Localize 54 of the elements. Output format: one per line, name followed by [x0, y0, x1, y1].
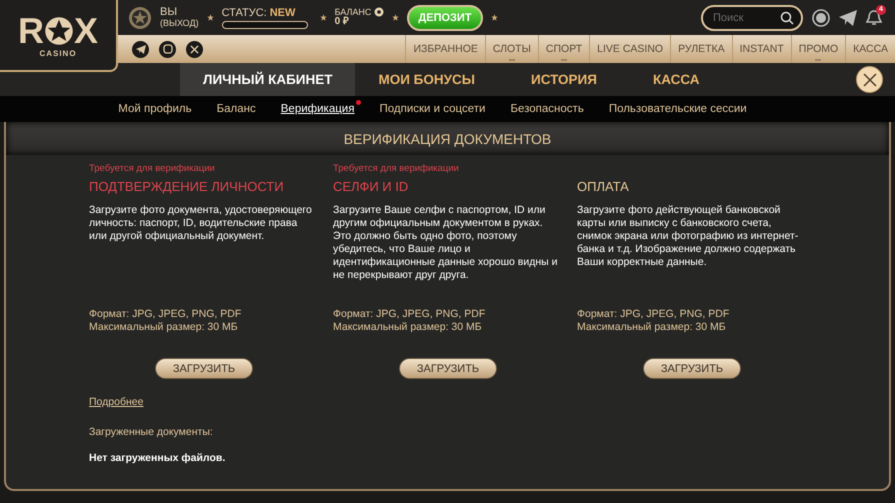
empty-message: Нет загруженных файлов. [89, 452, 226, 464]
required-note: Требуется для верификации [333, 163, 459, 174]
more-link[interactable]: Подробнее [89, 396, 144, 408]
logo[interactable]: R X CASINO [0, 0, 118, 72]
logo-letter: X [74, 12, 98, 48]
user-name: ВЫ [160, 7, 178, 19]
subnav-link[interactable]: Баланс [216, 103, 256, 115]
section-heading: ВЕРИФИКАЦИЯ ДОКУМЕНТОВ [6, 122, 889, 155]
upload-button[interactable]: ЗАГРУЗИТЬ [399, 358, 497, 379]
telegram-icon[interactable] [132, 40, 149, 58]
chip-icon[interactable] [128, 6, 152, 30]
card-title: ПОДТВЕРЖДЕНИЕ ЛИЧНОСТИ [89, 179, 285, 194]
star-icon [392, 14, 400, 21]
card-title: ОПЛАТА [577, 179, 630, 194]
logo-subtitle: CASINO [39, 48, 77, 58]
star-icon [206, 14, 214, 21]
balance-label: БАЛАНС [334, 8, 372, 17]
format-text: Формат: JPG, JPEG, PNG, PDF [333, 308, 486, 321]
max-size-text: Максимальный размер: 30 МБ [89, 321, 239, 334]
star-icon [490, 14, 498, 21]
x-icon[interactable] [186, 40, 203, 58]
search-icon[interactable] [780, 10, 794, 24]
ball-icon [374, 7, 384, 18]
card-title: СЕЛФИ И ID [333, 179, 410, 194]
card-description: Загрузите Ваше селфи с паспортом, ID или другим официальным документом в руках. Это должно быть одно фото, поэтому убедитесь, что Ваше лицо и идентификационные данные хорошо видны и не перекрывают друг друга. [333, 204, 558, 283]
tab[interactable]: КАССА [630, 63, 723, 96]
status-label: СТАТУС: [222, 6, 267, 18]
max-size-text: Максимальный размер: 30 МБ [577, 321, 727, 334]
close-button[interactable] [856, 66, 883, 93]
format-text: Формат: JPG, JPEG, PNG, PDF [577, 308, 730, 321]
card-description: Загрузите фото действующей банковской карты или выписку с банковского счета, снимок экрана или фотографию из интернет-банка и т.д. Изображение должно содержать Ваши корректные данные. [577, 204, 800, 270]
subnav-link[interactable]: Подписки и соцсети [379, 103, 486, 115]
balance-amount: 0 ₽ [334, 17, 350, 28]
required-note: Требуется для верификации [89, 163, 215, 174]
upload-button[interactable]: ЗАГРУЗИТЬ [155, 358, 253, 379]
subnav-link[interactable]: Мой профиль [118, 103, 192, 115]
telegram-icon[interactable] [839, 10, 857, 26]
subnav-link[interactable]: Верификация [280, 103, 354, 115]
tab[interactable]: ИСТОРИЯ [508, 63, 620, 96]
status-value: NEW [270, 6, 296, 18]
logo-letter: R [18, 12, 44, 48]
upload-button[interactable]: ЗАГРУЗИТЬ [643, 358, 741, 379]
tab[interactable]: МОИ БОНУСЫ [355, 63, 498, 96]
tab[interactable]: ЛИЧНЫЙ КАБИНЕТ [180, 63, 356, 96]
subnav-link[interactable]: Пользовательские сессии [608, 103, 747, 115]
logout-link[interactable]: (ВЫХОД) [160, 18, 199, 28]
max-size-text: Максимальный размер: 30 МБ [333, 321, 483, 334]
format-text: Формат: JPG, JPEG, PNG, PDF [89, 308, 242, 321]
card-description: Загрузите фото документа, удостоверяющего личность: паспорт, ID, водительские права или другой официальный документ. [89, 204, 313, 244]
uploaded-label: Загруженные документы: [89, 426, 214, 438]
subnav-link[interactable]: Безопасность [510, 103, 584, 115]
star-icon [320, 14, 327, 21]
search-field[interactable]: Поиск [701, 4, 803, 30]
close-icon[interactable] [862, 72, 876, 86]
